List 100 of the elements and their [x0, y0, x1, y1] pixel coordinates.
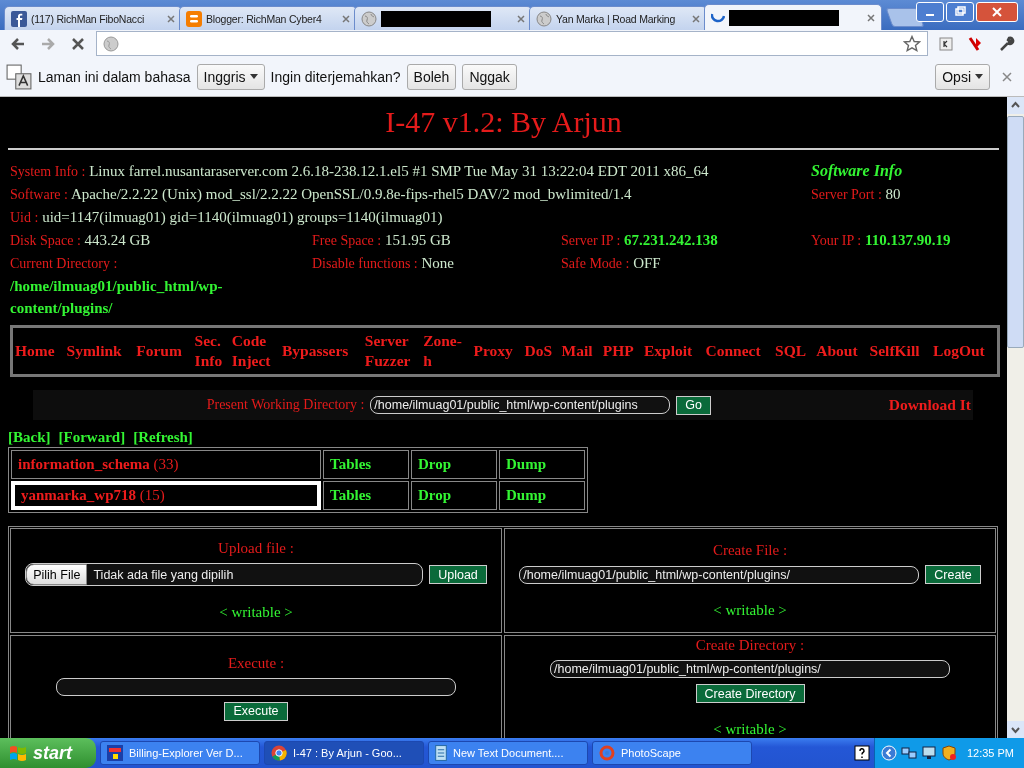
close-icon[interactable]: [692, 14, 700, 23]
upload-button[interactable]: Upload: [429, 565, 487, 584]
translate-button[interactable]: Boleh: [406, 63, 457, 90]
close-icon[interactable]: [167, 14, 175, 23]
action-link[interactable]: Dump: [506, 487, 546, 503]
close-icon: [991, 6, 1003, 18]
info-text: Software Info: [811, 161, 904, 182]
tool-title: Execute :: [227, 654, 285, 672]
page-title: I-47 v1.2: By Arjun: [384, 104, 623, 140]
nav-link[interactable]: Exploit: [644, 341, 702, 361]
input-field[interactable]: /home/ilmuag01/public_html/wp-content/plugins/: [550, 660, 950, 678]
database-cell[interactable]: information_schema (33): [11, 450, 321, 479]
caret-icon: [975, 74, 983, 79]
close-button[interactable]: [976, 2, 1018, 22]
info-text: Safe Mode : OFF: [561, 254, 662, 273]
scrollbar[interactable]: [1007, 97, 1024, 738]
translate-button[interactable]: Nggak: [462, 63, 517, 90]
nav-link[interactable]: Connect: [705, 341, 771, 361]
nav-link[interactable]: Code Inject: [231, 331, 278, 371]
facebook-icon: [11, 10, 27, 27]
database-cell[interactable]: yanmarka_wp718 (15): [11, 481, 321, 510]
taskbar-button[interactable]: I-47 : By Arjun - Goo...: [264, 741, 424, 765]
submit-button[interactable]: Execute: [224, 701, 288, 721]
info-text: Software : Apache/2.2.22 (Unix) mod_ssl/2.2.22 OpenSSL/0.9.8e-fips-rhel5 DAV/2 mod_bwlimited/1.4: [10, 185, 633, 204]
nav-link[interactable]: Symlink: [66, 341, 133, 361]
nav-link[interactable]: DoS: [524, 341, 558, 361]
maximize-button[interactable]: [946, 2, 974, 22]
nav-link[interactable]: Home: [15, 341, 63, 361]
nav-link[interactable]: Zone-h: [423, 331, 470, 371]
star-icon[interactable]: [903, 34, 921, 53]
info-text: Uid : uid=1147(ilmuag01) gid=1140(ilmuag01) groups=1140(ilmuag01): [10, 208, 444, 227]
info-text: Current Directory : /home/ilmuag01/public_html/wp-content/plugins/: [10, 255, 224, 318]
close-icon[interactable]: [1002, 71, 1012, 82]
scroll-up-icon[interactable]: [1007, 97, 1024, 114]
language-dropdown[interactable]: Inggris: [196, 63, 265, 90]
path-field[interactable]: /home/ilmuag01/public_html/wp-content/plugins/: [519, 565, 920, 584]
file-field[interactable]: Pilih File Tidak ada file yang dipilih: [25, 563, 424, 586]
help-icon[interactable]: [853, 745, 870, 761]
action-link[interactable]: Drop: [418, 487, 452, 503]
browser-tab[interactable]: [704, 4, 882, 30]
nav-link[interactable]: Mail: [561, 341, 599, 361]
input-field[interactable]: [56, 677, 456, 696]
browser-tab[interactable]: Yan Marka | Road Marking: [529, 6, 707, 30]
close-icon[interactable]: [342, 14, 350, 23]
info-text: Disable functions : None: [312, 254, 455, 273]
minimize-button[interactable]: [916, 2, 944, 22]
options-dropdown[interactable]: Opsi: [935, 63, 990, 90]
nav-link[interactable]: SQL: [775, 341, 813, 361]
history-link[interactable]: [Back]: [8, 429, 51, 446]
restore-icon: [954, 6, 966, 18]
file-name: Tidak ada file yang dipilih: [92, 567, 234, 582]
close-icon[interactable]: [867, 13, 875, 22]
nav-link[interactable]: Proxy: [473, 341, 521, 361]
translate-icon: [6, 63, 32, 90]
history-link[interactable]: [Refresh]: [133, 429, 193, 446]
nav-link[interactable]: Sec. Info: [194, 331, 228, 371]
action-link[interactable]: Tables: [330, 487, 372, 503]
windows-logo-icon: [8, 744, 28, 762]
go-button[interactable]: Go: [676, 395, 712, 415]
globe-icon: [103, 35, 119, 52]
nav-link[interactable]: Server Fuzzer: [364, 331, 420, 371]
info-text: Disk Space : 443.24 GB: [10, 231, 152, 250]
scroll-down-icon[interactable]: [1007, 721, 1024, 738]
create-button[interactable]: Create: [925, 565, 981, 584]
flag-icon: [107, 745, 123, 761]
browser-tab[interactable]: (117) RichMan FiboNacci: [4, 6, 182, 30]
extension-icon[interactable]: [937, 34, 955, 53]
close-icon[interactable]: [517, 14, 525, 23]
minimize-icon: [926, 14, 934, 16]
network-icon[interactable]: [900, 745, 917, 761]
taskbar-button[interactable]: Billing-Explorer Ver D...: [100, 741, 260, 765]
nav-link[interactable]: SelfKill: [869, 341, 930, 361]
nav-link[interactable]: About: [816, 341, 866, 361]
nav-link[interactable]: LogOut: [933, 341, 995, 361]
directory-label: Present Working Directory :: [206, 397, 365, 413]
choose-file-button[interactable]: Pilih File: [26, 564, 88, 585]
writable-status: < writable >: [713, 721, 787, 738]
info-text: System Info : Linux farrel.nusantaraserver.com 2.6.18-238.12.1.el5 #1 SMP Tue May 31 13:22:04 EDT 2011 x86_64: [10, 162, 710, 181]
loading-icon: [711, 12, 725, 23]
directory-field[interactable]: /home/ilmuag01/public_html/wp-content/plugins: [370, 396, 671, 414]
browser-tab[interactable]: [354, 6, 532, 30]
monitor-icon[interactable]: [920, 745, 937, 761]
taskbar-button[interactable]: PhotoScape: [592, 741, 752, 765]
download-link[interactable]: Download It: [888, 396, 971, 414]
action-link[interactable]: Dump: [506, 456, 546, 472]
browser-tab[interactable]: Blogger: RichMan Cyber4: [179, 6, 357, 30]
translate-question: Ingin diterjemahkan?: [270, 68, 401, 85]
chevron-icon[interactable]: [880, 745, 897, 761]
submit-button[interactable]: Create Directory: [695, 684, 805, 703]
writable-status: < writable >: [713, 602, 787, 619]
tab-title: (117) RichMan FiboNacci: [31, 12, 145, 25]
action-link[interactable]: Drop: [418, 456, 452, 472]
action-link[interactable]: Tables: [330, 456, 372, 472]
nav-link[interactable]: PHP: [602, 341, 640, 361]
nav-link[interactable]: Bypassers: [282, 341, 361, 361]
blogger-icon: [186, 10, 202, 27]
taskbar-button[interactable]: New Text Document....: [428, 741, 588, 765]
nav-link[interactable]: Forum: [136, 341, 191, 361]
history-link[interactable]: [Forward]: [58, 429, 126, 446]
address-field[interactable]: [96, 31, 928, 56]
